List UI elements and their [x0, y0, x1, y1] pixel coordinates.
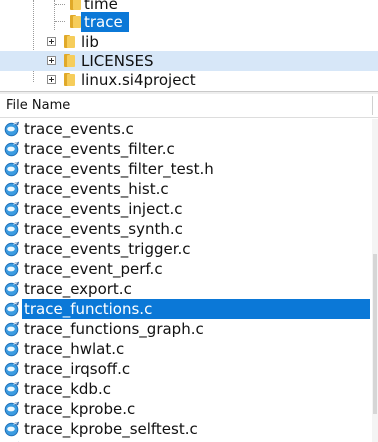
expand-plus-icon[interactable] — [47, 56, 56, 65]
tree-item-lib[interactable]: lib — [0, 32, 378, 52]
tree-item-label: trace — [84, 13, 123, 31]
file-name-label: trace_functions_graph.c — [24, 320, 204, 338]
file-list[interactable]: File Name trace_events.c trace_events_fil… — [0, 94, 378, 442]
tree-item-label: linux.si4project — [81, 71, 196, 89]
file-name-label: trace_events_hist.c — [24, 180, 169, 198]
file-name-label: trace_functions.c — [24, 300, 153, 318]
file-row[interactable]: trace_kprobe.c — [0, 399, 370, 419]
c-source-file-icon — [4, 341, 20, 357]
file-name-label: trace_export.c — [24, 280, 132, 298]
folder-icon — [62, 35, 75, 48]
file-name-label: trace_events_synth.c — [24, 220, 183, 238]
file-name-label: trace_irqsoff.c — [24, 360, 131, 378]
c-source-file-icon — [4, 361, 20, 377]
file-row[interactable]: trace_functions_graph.c — [0, 319, 370, 339]
file-row[interactable]: trace_export.c — [0, 279, 370, 299]
tree-item-label: lib — [81, 33, 99, 51]
file-name-label: trace_hwlat.c — [24, 340, 125, 358]
expand-plus-icon[interactable] — [47, 37, 56, 46]
tree-item-label: LICENSES — [81, 52, 154, 70]
folder-icon — [68, 0, 81, 10]
c-source-file-icon — [4, 321, 20, 337]
folder-tree[interactable]: time trace lib LICENSES linux.si4project — [0, 0, 378, 91]
c-source-file-icon — [4, 301, 20, 317]
folder-icon — [62, 73, 75, 86]
c-source-file-icon — [4, 141, 20, 157]
file-name-label: trace_events.c — [24, 120, 134, 138]
c-source-file-icon — [4, 421, 20, 437]
c-source-file-icon — [4, 201, 20, 217]
file-row[interactable]: trace_events_trigger.c — [0, 239, 370, 259]
file-name-label: trace_events_filter.c — [24, 140, 175, 158]
file-row[interactable]: trace_events.c — [0, 119, 370, 139]
file-name-label: trace_events_trigger.c — [24, 240, 191, 258]
tree-item-licenses[interactable]: LICENSES — [0, 51, 378, 71]
c-source-file-icon — [4, 241, 20, 257]
file-row[interactable]: trace_events_inject.c — [0, 199, 370, 219]
c-source-file-icon — [4, 381, 20, 397]
file-row[interactable]: trace_functions.c — [0, 299, 370, 319]
hover-highlight — [0, 51, 378, 71]
file-name-label: trace_event_perf.c — [24, 260, 163, 278]
c-source-file-icon — [4, 281, 20, 297]
folder-icon — [68, 15, 81, 28]
column-divider[interactable] — [372, 96, 373, 115]
file-name-label: trace_events_inject.c — [24, 200, 183, 218]
tree-item-linux-si4project[interactable]: linux.si4project — [0, 70, 378, 90]
scrollbar-thumb[interactable] — [373, 254, 377, 414]
file-list-header[interactable]: File Name — [0, 94, 378, 118]
file-row[interactable]: trace_events_hist.c — [0, 179, 370, 199]
file-name-label: trace_kdb.c — [24, 380, 111, 398]
c-source-file-icon — [4, 181, 20, 197]
c-source-file-icon — [4, 261, 20, 277]
source-insight-browser: time trace lib LICENSES linux.si4project — [0, 0, 378, 442]
file-row[interactable]: trace_events_synth.c — [0, 219, 370, 239]
file-row[interactable]: trace_hwlat.c — [0, 339, 370, 359]
c-source-file-icon — [4, 401, 20, 417]
file-name-label: trace_kprobe.c — [24, 400, 136, 418]
file-rows: trace_events.c trace_events_filter.ctrace… — [0, 119, 378, 442]
file-row[interactable]: trace_kprobe_selftest.c — [0, 419, 370, 439]
file-name-label: trace_kprobe_selftest.c — [24, 420, 198, 438]
file-name-label: trace_events_filter_test.h — [24, 160, 214, 178]
c-source-file-icon — [4, 161, 20, 177]
c-source-file-icon — [4, 221, 20, 237]
file-row[interactable]: trace_events_filter.c — [0, 139, 370, 159]
file-row[interactable]: trace_event_perf.c — [0, 259, 370, 279]
folder-icon — [62, 54, 75, 67]
tree-item-trace[interactable]: trace — [0, 12, 378, 32]
column-header-file-name[interactable]: File Name — [6, 94, 70, 118]
expand-plus-icon[interactable] — [47, 75, 56, 84]
file-row[interactable]: trace_kdb.c — [0, 379, 370, 399]
file-row[interactable]: trace_events_filter_test.h — [0, 159, 370, 179]
c-source-file-icon — [4, 121, 20, 137]
file-row[interactable]: trace_irqsoff.c — [0, 359, 370, 379]
